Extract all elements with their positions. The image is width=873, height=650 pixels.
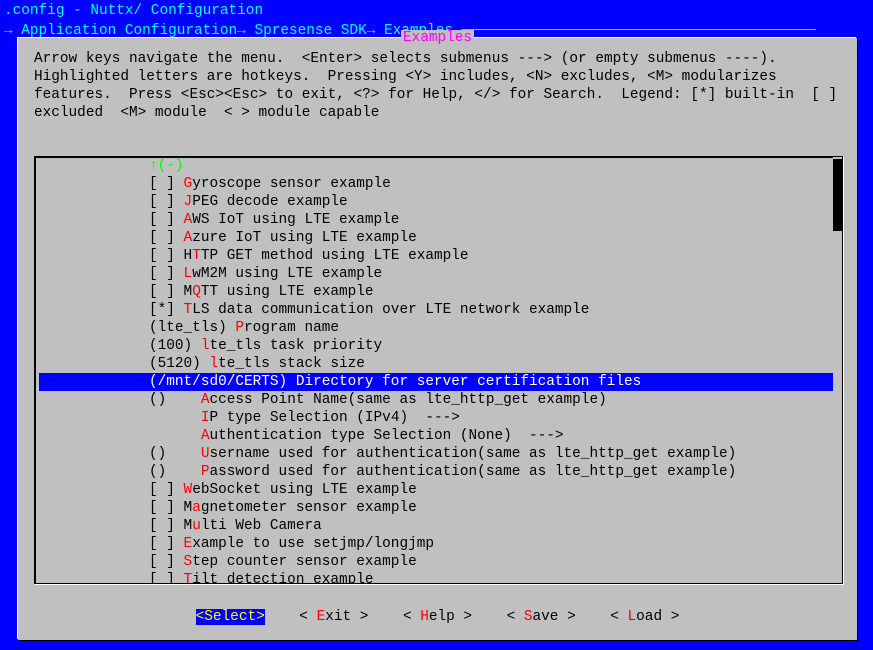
menu-item-label: uthentication type Selection (None) --->	[209, 428, 563, 444]
menu-item[interactable]: [ ] AWS IoT using LTE example	[39, 211, 838, 229]
menu-item[interactable]: IP type Selection (IPv4) --->	[39, 409, 838, 427]
menu-item-prefix: [ ] M	[149, 284, 192, 300]
menu-item-label: lti Web Camera	[201, 518, 322, 534]
menu-item-label: ebSocket using LTE example	[192, 482, 417, 498]
menu-item-label: te_tls stack size	[218, 356, 365, 372]
menu-item[interactable]: [ ] Tilt detection example	[39, 571, 838, 584]
menu-item-prefix: [ ]	[149, 176, 184, 192]
select-button[interactable]: <Select>	[196, 609, 265, 625]
save-button[interactable]: < Save >	[507, 609, 576, 625]
dialog-frame: Examples Arrow keys navigate the menu. <…	[18, 38, 857, 640]
menu-item[interactable]: () Username used for authentication(same…	[39, 445, 838, 463]
dialog-title: Examples	[18, 29, 857, 47]
menu-item-prefix: [ ]	[149, 230, 184, 246]
menu-item-label: assword used for authentication(same as …	[209, 464, 736, 480]
menu-item-label: LS data communication over LTE network e…	[192, 302, 589, 318]
menu-item[interactable]: [*] TLS data communication over LTE netw…	[39, 301, 838, 319]
button-bar: <Select> < Exit > < Help > < Save > < Lo…	[18, 608, 857, 626]
menu-item[interactable]: [ ] Example to use setjmp/longjmp	[39, 535, 838, 553]
menu-item-label: yroscope sensor example	[192, 176, 391, 192]
menu-item-prefix	[149, 410, 201, 426]
menu-item-hotkey: T	[184, 572, 193, 584]
menu-item-label: gnetometer sensor example	[201, 500, 417, 516]
menu-item-label: PEG decode example	[192, 194, 347, 210]
menu-item[interactable]: (/mnt/sd0/CERTS) Directory for server ce…	[39, 373, 838, 391]
menu-item-label: irectory for server certification files	[304, 374, 641, 390]
menu-item-hotkey: a	[192, 500, 201, 516]
menu-item-label: ilt detection example	[192, 572, 373, 584]
help-button[interactable]: < Help >	[403, 609, 472, 625]
menu-item-hotkey: Q	[192, 284, 201, 300]
menu-item[interactable]: () Access Point Name(same as lte_http_ge…	[39, 391, 838, 409]
load-button[interactable]: < Load >	[610, 609, 679, 625]
scroll-up-indicator: ↑(-)	[39, 157, 838, 175]
menu-item[interactable]: [ ] MQTT using LTE example	[39, 283, 838, 301]
menu-item-prefix: ()	[149, 464, 201, 480]
menu-item-prefix: [ ]	[149, 572, 184, 584]
menu-item-hotkey: A	[184, 212, 193, 228]
menu-item-prefix: (100)	[149, 338, 201, 354]
menu-item-label: TT using LTE example	[201, 284, 374, 300]
menu-item[interactable]: (5120) lte_tls stack size	[39, 355, 838, 373]
menu-item-label: wM2M using LTE example	[192, 266, 382, 282]
menu-item[interactable]: [ ] Azure IoT using LTE example	[39, 229, 838, 247]
menu-item-label: P type Selection (IPv4) --->	[209, 410, 459, 426]
menu-item-label: zure IoT using LTE example	[192, 230, 417, 246]
menu-box: ↑(-)[ ] Gyroscope sensor example[ ] JPEG…	[34, 156, 843, 584]
help-text: Arrow keys navigate the menu. <Enter> se…	[18, 38, 857, 124]
menu-item-hotkey: L	[184, 266, 193, 282]
menu-item[interactable]: [ ] JPEG decode example	[39, 193, 838, 211]
menu-item-prefix: ()	[149, 446, 201, 462]
menu-item[interactable]: (100) lte_tls task priority	[39, 337, 838, 355]
menu-item-prefix: [ ]	[149, 266, 184, 282]
menu-item-hotkey: P	[235, 320, 244, 336]
menu-item[interactable]: [ ] LwM2M using LTE example	[39, 265, 838, 283]
menu-item[interactable]: [ ] Multi Web Camera	[39, 517, 838, 535]
menu-item-label: sername used for authentication(same as …	[209, 446, 736, 462]
exit-button[interactable]: < Exit >	[299, 609, 368, 625]
menu-item-hotkey: G	[184, 176, 193, 192]
menu-item[interactable]: [ ] HTTP GET method using LTE example	[39, 247, 838, 265]
menu-item-label: WS IoT using LTE example	[192, 212, 399, 228]
menu-item-prefix: [ ]	[149, 536, 184, 552]
menu-item[interactable]: () Password used for authentication(same…	[39, 463, 838, 481]
menu-item-prefix: (lte_tls)	[149, 320, 235, 336]
menu-item-prefix: [ ]	[149, 482, 184, 498]
menu-item[interactable]: (lte_tls) Program name	[39, 319, 838, 337]
menu-item-prefix: [*]	[149, 302, 184, 318]
menu-item-prefix: ()	[149, 392, 201, 408]
menu-item-hotkey: u	[192, 518, 201, 534]
scrollbar[interactable]	[833, 157, 843, 583]
menu-item[interactable]: [ ] WebSocket using LTE example	[39, 481, 838, 499]
menu-item-hotkey: S	[184, 554, 193, 570]
menu-item-label: ccess Point Name(same as lte_http_get ex…	[209, 392, 606, 408]
menu-item-hotkey: A	[184, 230, 193, 246]
menu-item-label: TP GET method using LTE example	[201, 248, 469, 264]
menu-item-prefix: (/mnt/sd0/CERTS)	[149, 374, 296, 390]
menu-item-prefix: (5120)	[149, 356, 209, 372]
menu-item-prefix: [ ]	[149, 554, 184, 570]
menu-item-prefix: [ ]	[149, 212, 184, 228]
menu-item-hotkey: l	[209, 356, 218, 372]
scroll-thumb[interactable]	[833, 159, 843, 231]
menu-item-label: xample to use setjmp/longjmp	[192, 536, 434, 552]
menu-item-label: tep counter sensor example	[192, 554, 417, 570]
menu-item-label: rogram name	[244, 320, 339, 336]
menu-item-prefix: [ ] M	[149, 500, 192, 516]
window-title: .config - Nuttx/ Configuration	[0, 0, 873, 20]
menu-item-prefix: [ ]	[149, 194, 184, 210]
menu-item-label: te_tls task priority	[209, 338, 382, 354]
menu-item-hotkey: T	[184, 302, 193, 318]
menu-item-hotkey: J	[184, 194, 193, 210]
menu-item-hotkey: T	[192, 248, 201, 264]
menu-item-hotkey: W	[184, 482, 193, 498]
menu-item[interactable]: [ ] Step counter sensor example	[39, 553, 838, 571]
menu-item-prefix	[149, 428, 201, 444]
menu-item[interactable]: [ ] Gyroscope sensor example	[39, 175, 838, 193]
menu-item[interactable]: [ ] Magnetometer sensor example	[39, 499, 838, 517]
menu-item-prefix: [ ] H	[149, 248, 192, 264]
menu-item-prefix: [ ] M	[149, 518, 192, 534]
menu-item[interactable]: Authentication type Selection (None) ---…	[39, 427, 838, 445]
menu-item-hotkey: E	[184, 536, 193, 552]
